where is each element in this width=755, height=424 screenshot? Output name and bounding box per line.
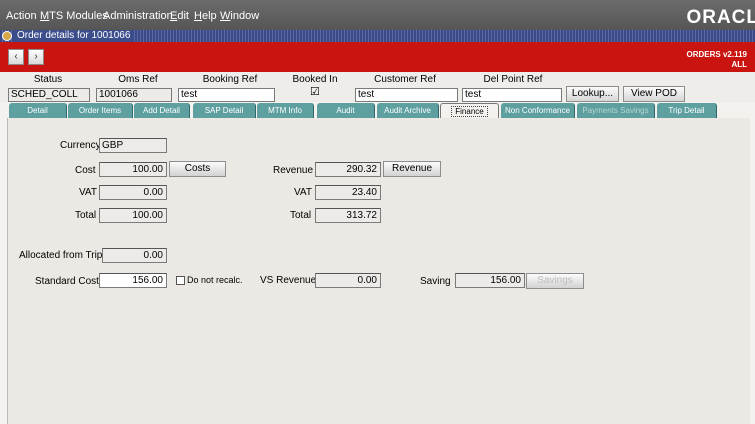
revenue-label: Revenue: [273, 165, 314, 176]
allocated-from-trip-label: Allocated from Trip: [19, 250, 103, 261]
cost-field: 100.00: [99, 162, 167, 177]
vs-revenue-field: 0.00: [315, 273, 381, 288]
previous-record-button[interactable]: ‹: [8, 49, 24, 65]
menu-bar: Action MTS Modules Administration Edit H…: [0, 0, 755, 30]
do-not-recalc-label: Do not recalc.: [187, 275, 243, 285]
header-band: ‹ › ORDERS v2.119 ALL: [0, 42, 755, 72]
next-record-button[interactable]: ›: [28, 49, 44, 65]
finance-panel: Currency GBP Cost 100.00 Costs VAT 0.00 …: [7, 118, 750, 424]
costs-button[interactable]: Costs: [169, 161, 226, 177]
window-title: Order details for 1001066: [14, 30, 134, 42]
oms-ref-field: 1001066: [96, 88, 172, 102]
tab-non-conformance[interactable]: Non Conformance: [501, 103, 575, 118]
currency-label: Currency: [60, 140, 101, 151]
tab-add-detail[interactable]: Add Detail: [134, 103, 190, 118]
tab-detail[interactable]: Detail: [9, 103, 67, 118]
saving-field: 156.00: [455, 273, 525, 288]
booked-in-checkbox[interactable]: ☑: [310, 87, 320, 98]
booking-ref-label: Booking Ref: [202, 74, 258, 85]
tab-order-items[interactable]: Order Items: [68, 103, 133, 118]
window-app-icon: [2, 31, 12, 41]
del-point-ref-input[interactable]: test: [462, 88, 562, 102]
revenue-button[interactable]: Revenue: [383, 161, 441, 177]
menu-mts-modules[interactable]: MTS Modules: [40, 10, 108, 22]
allocated-from-trip-field: 0.00: [102, 248, 167, 263]
cost-label: Cost: [75, 165, 96, 176]
standard-cost-input[interactable]: 156.00: [99, 273, 167, 288]
tab-finance[interactable]: Finance: [440, 103, 499, 118]
standard-cost-label: Standard Cost: [35, 276, 99, 287]
window-title-bar: Order details for 1001066: [0, 30, 755, 42]
tab-mtm-info[interactable]: MTM Info: [257, 103, 314, 118]
tab-bar: Detail Order Items Add Detail SAP Detail…: [0, 103, 755, 118]
revenue-vat-field: 23.40: [315, 185, 381, 200]
customer-ref-label: Customer Ref: [374, 74, 436, 85]
order-header-fields: Status SCHED_COLL Oms Ref 1001066 Bookin…: [0, 72, 755, 102]
booking-ref-input[interactable]: test: [178, 88, 275, 102]
total-field: 100.00: [99, 208, 167, 223]
menu-window[interactable]: Window: [220, 10, 259, 22]
currency-field: GBP: [99, 138, 167, 153]
revenue-total-label: Total: [290, 210, 312, 221]
revenue-field: 290.32: [315, 162, 381, 177]
status-field: SCHED_COLL: [8, 88, 90, 102]
tab-audit-archive[interactable]: Audit Archive: [377, 103, 439, 118]
view-pod-button[interactable]: View POD: [623, 86, 685, 102]
booked-in-label: Booked In: [292, 74, 338, 85]
vs-revenue-label: VS Revenue: [260, 275, 317, 286]
version-scope: ALL: [731, 60, 747, 69]
do-not-recalc-checkbox[interactable]: [176, 276, 185, 285]
version-info: ORDERS v2.119 ALL: [687, 50, 747, 70]
oms-ref-label: Oms Ref: [118, 74, 158, 85]
version-label: ORDERS v2.119: [686, 50, 747, 59]
tab-payments-savings: Payments Savings: [577, 103, 655, 118]
status-label: Status: [33, 74, 63, 85]
oracle-logo: ORACL: [686, 7, 755, 28]
chevron-left-icon: ‹: [14, 51, 18, 62]
savings-button: Savings: [526, 273, 584, 289]
menu-help[interactable]: Help: [194, 10, 217, 22]
total-label: Total: [75, 210, 97, 221]
tab-sap-detail[interactable]: SAP Detail: [193, 103, 256, 118]
chevron-right-icon: ›: [34, 51, 38, 62]
del-point-ref-label: Del Point Ref: [483, 74, 543, 85]
revenue-vat-label: VAT: [294, 187, 312, 198]
menu-edit[interactable]: Edit: [170, 10, 189, 22]
saving-label: Saving: [420, 276, 451, 287]
lookup-button[interactable]: Lookup...: [566, 86, 619, 102]
customer-ref-input[interactable]: test: [355, 88, 458, 102]
tab-finance-label: Finance: [451, 106, 488, 117]
vat-field: 0.00: [99, 185, 167, 200]
tab-trip-detail[interactable]: Trip Detail: [657, 103, 717, 118]
revenue-total-field: 313.72: [315, 208, 381, 223]
menu-administration[interactable]: Administration: [103, 10, 173, 22]
vat-label: VAT: [79, 187, 97, 198]
tab-audit[interactable]: Audit: [317, 103, 375, 118]
menu-action[interactable]: Action: [6, 10, 37, 22]
